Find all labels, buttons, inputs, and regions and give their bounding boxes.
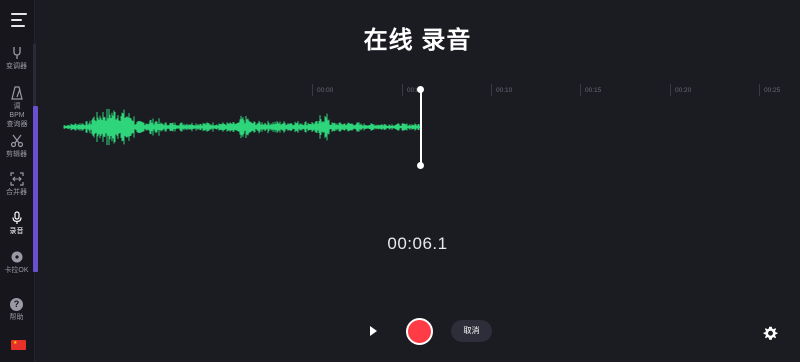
elapsed-time: 00:06.1 (387, 234, 448, 253)
gear-icon[interactable] (763, 326, 778, 341)
audio-waveform (63, 108, 421, 146)
record-button[interactable] (406, 318, 433, 345)
playhead (420, 89, 422, 166)
waveform-bars (63, 108, 421, 146)
cancel-button[interactable]: 取消 (451, 320, 492, 342)
playhead-handle-top[interactable] (417, 86, 424, 93)
play-button[interactable] (364, 322, 382, 340)
playhead-handle-bottom[interactable] (417, 162, 424, 169)
